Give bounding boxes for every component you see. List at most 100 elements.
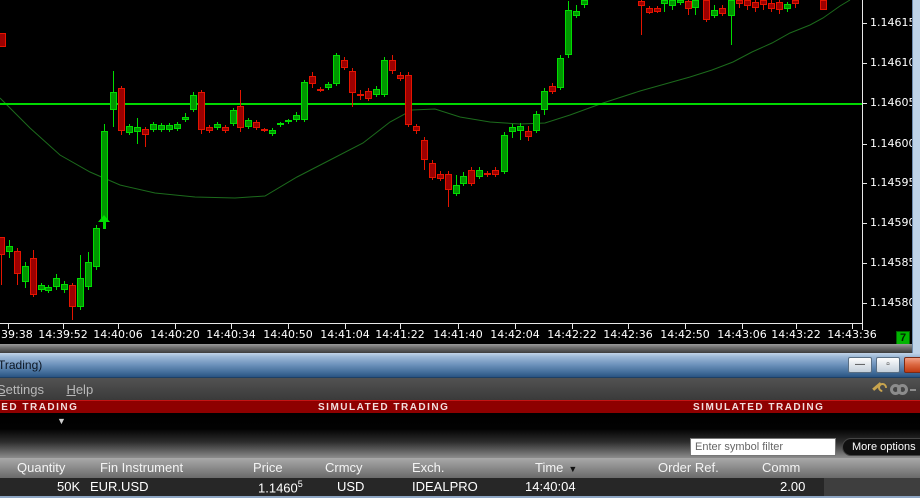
candle-body [820,0,827,10]
candle-body [245,120,252,127]
candle-body [437,174,444,179]
candlestick-chart[interactable] [0,0,862,330]
candle-body [661,0,668,4]
candle-body [61,284,68,290]
candle-body [285,120,292,122]
banner-text-right: SIMULATED TRADING [693,402,825,413]
menu-settings[interactable]: Settings [0,382,44,397]
candle-body [736,0,743,4]
column-header-comm[interactable]: Comm [762,460,800,475]
table-row[interactable]: 50K EUR.USD 1.14605 USD IDEALPRO 14:40:04 2.00 [0,478,920,496]
banner-text-left: SIMULATED TRADING [0,402,79,413]
screen: 1.14615 1.14610 1.14605 1.14600 1.14595 1.145… [0,0,920,498]
maximize-button[interactable]: ▫ [876,357,900,373]
price-fraction: 5 [297,479,303,489]
price-tick [862,303,867,304]
menubar: Settings Help [0,378,920,400]
chart-window-bottom-edge [0,344,912,353]
candle-body [476,170,483,177]
column-header-quantity[interactable]: Quantity [17,460,65,475]
candle-body [565,10,572,55]
reference-price-line [0,103,862,105]
row-cell: EUR.USD [90,479,149,494]
candle-body [110,92,117,110]
time-label: 14:42:22 [547,328,597,341]
column-header-price[interactable]: Price [253,460,283,475]
time-label: 14:43:06 [717,328,767,341]
time-label: 14:40:34 [206,328,256,341]
chart-window: 1.14615 1.14610 1.14605 1.14600 1.14595 1.145… [0,0,920,353]
time-label: 14:40:06 [93,328,143,341]
maximize-icon: ▫ [886,359,890,370]
candle-body [453,185,460,194]
minimize-button[interactable]: — [848,357,872,373]
candle-body [0,237,5,255]
column-header-time[interactable]: Time ▼ [535,460,577,475]
candle-body [760,0,767,5]
price-label: 1.14615 [870,16,916,29]
candle-body [341,60,348,68]
chevron-down-icon[interactable]: ▼ [57,416,66,426]
symbol-filter-input[interactable] [690,438,836,456]
candle-body [357,94,364,96]
price-label: 1.14580 [870,296,916,309]
candle-body [365,91,372,99]
candle-body [373,89,380,95]
plot-bottom-border [0,323,862,324]
candle-body [703,0,710,20]
candle-body [669,0,676,6]
row-cell: 1.14605 [258,479,303,496]
candle-body [22,266,29,282]
candle-body [158,125,165,130]
window-title: Trading) [0,358,43,372]
trading-window: Trading) — ▫ Settings Help SIMULATED TRA… [0,353,920,498]
candle-body [492,170,499,175]
time-label: 14:39:38 [0,328,33,341]
candle-body [69,285,76,307]
time-label: 14:41:04 [320,328,370,341]
candle-body [792,0,799,4]
candle-body [557,58,564,88]
candle-body [190,95,197,110]
column-header-fin-instrument[interactable]: Fin Instrument [100,460,183,475]
price-tick [862,144,867,145]
candle-body [6,246,13,252]
sort-descending-icon: ▼ [568,464,578,474]
close-button[interactable] [904,357,920,373]
trading-titlebar[interactable]: Trading) — ▫ [0,353,920,378]
candle-body [381,60,388,95]
wrench-icon[interactable] [870,383,884,397]
candle-body [230,110,237,124]
link-icon[interactable] [890,381,916,399]
candle-body [711,10,718,16]
candle-body [174,124,181,129]
candle-body [525,131,532,137]
candle-body [277,123,284,125]
more-options-button[interactable]: More options [842,438,920,456]
column-header-crmcy[interactable]: Crmcy [325,460,363,475]
time-label: 14:41:22 [375,328,425,341]
candle-body [517,126,524,131]
candle-body [405,75,412,125]
price-label: 1.14590 [870,216,916,229]
simulated-trading-banner: SIMULATED TRADING SIMULATED TRADING SIMU… [0,400,920,413]
candle-body [269,130,276,134]
candle-body [397,75,404,79]
candle-body [413,126,420,131]
candle-body [389,60,396,71]
candle-body [429,163,436,178]
candle-body [150,124,157,130]
column-header-exch-[interactable]: Exch. [412,460,445,475]
candle-body [573,11,580,16]
time-label: 14:40:50 [263,328,313,341]
candle-body [421,140,428,160]
candle-body [222,127,229,131]
price-label: 1.14595 [870,176,916,189]
candle-body [744,0,751,6]
candle-body [638,1,645,6]
column-header-order-ref-[interactable]: Order Ref. [658,460,719,475]
menu-help[interactable]: Help [66,382,93,397]
candle-body [198,92,205,130]
candle-body [118,88,125,131]
price-tick [862,183,867,184]
